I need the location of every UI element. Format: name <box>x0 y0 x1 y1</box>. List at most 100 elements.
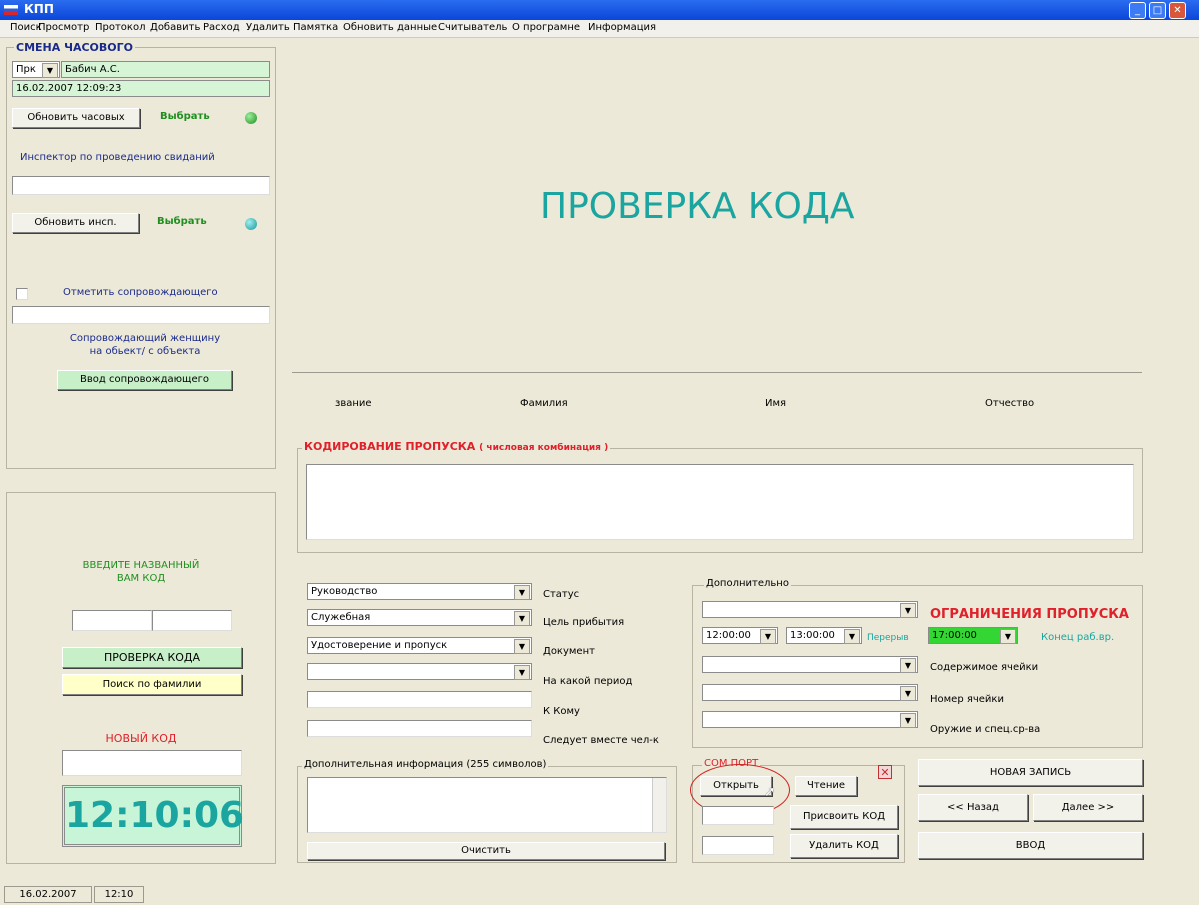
check-code-button[interactable]: ПРОВЕРКА КОДА <box>62 647 242 668</box>
menu-bar: Поиск Просмотр Протокол Добавить Расход … <box>0 20 1199 38</box>
port-field-2[interactable] <box>702 836 774 855</box>
status-date: 16.02.2007 <box>4 886 92 903</box>
escort-field[interactable] <box>12 306 270 324</box>
column-name: Имя <box>765 398 787 409</box>
document-select[interactable]: Удостоверение и пропуск ▼ <box>307 637 532 654</box>
purpose-select[interactable]: Служебная ▼ <box>307 609 532 626</box>
clear-button[interactable]: Очистить <box>307 842 665 860</box>
escort-note-1: Сопровождающий женщину <box>69 333 221 344</box>
extra-info-title: Дополнительная информация (255 символов) <box>302 759 549 770</box>
to-whom-label: К Кому <box>543 706 580 717</box>
to-whom-field[interactable] <box>307 691 532 708</box>
chevron-down-icon: ▼ <box>760 629 776 644</box>
menu-item-protocol[interactable]: Протокол <box>95 22 145 33</box>
cell-content-label: Содержимое ячейки <box>930 662 1039 673</box>
code-input-part-2[interactable] <box>152 610 232 631</box>
page-title: ПРОВЕРКА КОДА <box>540 186 855 227</box>
scrollbar[interactable] <box>652 778 666 832</box>
menu-item-info[interactable]: Информация <box>588 22 656 33</box>
menu-item-expense[interactable]: Расход <box>203 22 240 33</box>
cell-content-select[interactable]: ▼ <box>702 656 918 673</box>
close-port-icon[interactable]: ✕ <box>878 765 892 779</box>
menu-item-add[interactable]: Добавить <box>150 22 200 33</box>
guard-name-field[interactable]: Бабич А.С. <box>61 61 270 78</box>
break-to-select[interactable]: 13:00:00 ▼ <box>786 627 862 644</box>
chevron-down-icon: ▼ <box>844 629 860 644</box>
restrictions-label: ОГРАНИЧЕНИЯ ПРОПУСКА <box>930 607 1129 622</box>
column-patronymic: Отчество <box>985 398 1035 409</box>
shift-datetime-field: 16.02.2007 12:09:23 <box>12 80 270 97</box>
inspector-label: Инспектор по проведению свиданий <box>20 152 215 163</box>
break-label: Перерыв <box>867 633 909 643</box>
enter-escort-button[interactable]: Ввод сопровождающего <box>57 370 232 390</box>
menu-item-refresh[interactable]: Обновить данные <box>343 22 437 33</box>
header-divider <box>292 372 1142 373</box>
escort-check-label: Отметить сопровождающего <box>63 287 218 298</box>
encoding-field[interactable] <box>306 464 1134 540</box>
menu-item-view[interactable]: Просмотр <box>38 22 89 33</box>
additional-select-1[interactable]: ▼ <box>702 601 918 618</box>
choose-guard-label[interactable]: Выбрать <box>160 111 210 122</box>
break-from-select[interactable]: 12:00:00 ▼ <box>702 627 778 644</box>
search-by-surname-button[interactable]: Поиск по фамилии <box>62 674 242 695</box>
period-label: На какой период <box>543 676 633 687</box>
enter-button[interactable]: ВВОД <box>918 832 1143 859</box>
app-flag-icon <box>4 5 18 15</box>
escort-checkbox[interactable] <box>16 288 28 300</box>
rank-select[interactable]: Прк ▼ <box>12 61 60 78</box>
new-record-button[interactable]: НОВАЯ ЗАПИСЬ <box>918 759 1143 786</box>
update-guards-button[interactable]: Обновить часовых <box>12 108 140 128</box>
mouse-cursor-icon: ➚ <box>764 784 776 800</box>
chevron-down-icon: ▼ <box>1000 629 1016 644</box>
period-select[interactable]: ▼ <box>307 663 532 680</box>
enter-code-prompt-1: ВВЕДИТЕ НАЗВАННЫЙ <box>82 560 200 571</box>
chevron-down-icon: ▼ <box>900 658 916 673</box>
new-code-field[interactable] <box>62 750 242 776</box>
accompanied-field[interactable] <box>307 720 532 737</box>
status-select[interactable]: Руководство ▼ <box>307 583 532 600</box>
menu-item-memo[interactable]: Памятка <box>293 22 338 33</box>
cell-number-label: Номер ячейки <box>930 694 1004 705</box>
column-surname: Фамилия <box>520 398 568 409</box>
chevron-down-icon: ▼ <box>42 63 58 78</box>
update-inspector-button[interactable]: Обновить инсп. <box>12 213 139 233</box>
menu-item-about[interactable]: О програмне <box>512 22 580 33</box>
inspector-field[interactable] <box>12 176 270 195</box>
end-time-label: Конец раб.вр. <box>1041 632 1115 643</box>
extra-info-textarea[interactable] <box>307 777 667 833</box>
escort-note-2: на обьект/ с объекта <box>89 346 201 357</box>
chevron-down-icon: ▼ <box>900 603 916 618</box>
minimize-button[interactable]: _ <box>1129 2 1146 19</box>
menu-item-reader[interactable]: Считыватель <box>438 22 507 33</box>
menu-item-delete[interactable]: Удалить <box>246 22 290 33</box>
status-led-green-icon <box>245 112 257 124</box>
assign-code-button[interactable]: Присвоить КОД <box>790 805 898 829</box>
weapons-select[interactable]: ▼ <box>702 711 918 728</box>
new-code-label: НОВЫЙ КОД <box>105 732 177 745</box>
window-title: КПП <box>24 2 54 16</box>
column-rank: звание <box>335 398 372 409</box>
maximize-button[interactable]: □ <box>1149 2 1166 19</box>
cell-number-select[interactable]: ▼ <box>702 684 918 701</box>
end-time-select[interactable]: 17:00:00 ▼ <box>928 627 1018 644</box>
chevron-down-icon: ▼ <box>900 713 916 728</box>
enter-code-prompt-2: ВАМ КОД <box>116 573 166 584</box>
purpose-label: Цель прибытия <box>543 617 625 628</box>
delete-code-button[interactable]: Удалить КОД <box>790 834 898 858</box>
next-button[interactable]: Далее >> <box>1033 794 1143 821</box>
code-input-part-1[interactable] <box>72 610 152 631</box>
port-field-1[interactable] <box>702 806 774 825</box>
choose-inspector-label[interactable]: Выбрать <box>157 216 207 227</box>
close-button[interactable]: ✕ <box>1169 2 1186 19</box>
status-led-teal-icon <box>245 218 257 230</box>
back-button[interactable]: << Назад <box>918 794 1028 821</box>
clock-display: 12:10:06 <box>62 785 244 847</box>
chevron-down-icon: ▼ <box>514 665 530 680</box>
chevron-down-icon: ▼ <box>900 686 916 701</box>
read-button[interactable]: Чтение <box>795 776 857 796</box>
weapons-label: Оружие и спец.ср-ва <box>930 724 1041 735</box>
document-label: Документ <box>543 646 595 657</box>
status-label: Статус <box>543 589 580 600</box>
accompanied-label: Следует вместе чел-к <box>543 735 659 746</box>
menu-item-search[interactable]: Поиск <box>10 22 42 33</box>
